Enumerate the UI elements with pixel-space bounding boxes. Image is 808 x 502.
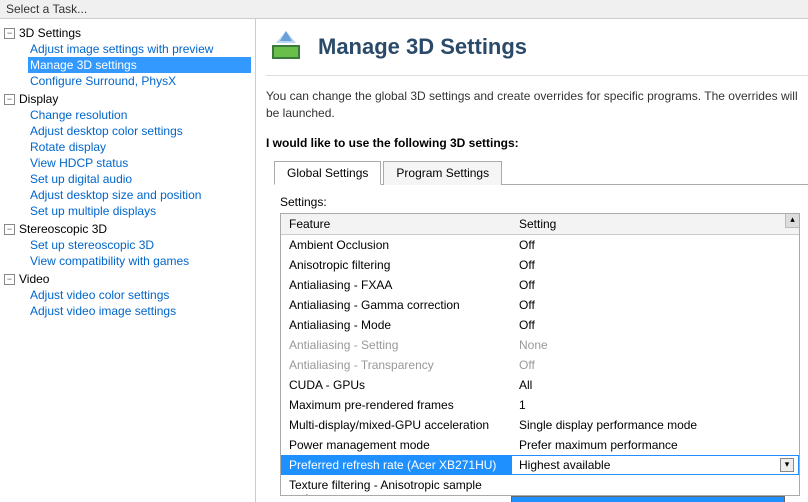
tree-group-label: 3D Settings: [19, 26, 81, 40]
setting-cell[interactable]: Off: [511, 275, 799, 295]
tab-panel-global: Settings: Feature Setting ▴ Ambient Occl…: [266, 185, 808, 496]
tree-group-label: Stereoscopic 3D: [19, 222, 107, 236]
settings-tabs: Global SettingsProgram Settings: [274, 160, 808, 185]
settings-row[interactable]: Maximum pre-rendered frames1: [281, 395, 799, 415]
settings-row[interactable]: Antialiasing - ModeOff: [281, 315, 799, 335]
column-setting[interactable]: Setting: [511, 214, 799, 234]
feature-cell: Antialiasing - FXAA: [281, 275, 511, 295]
sidebar-item[interactable]: Adjust desktop size and position: [28, 187, 251, 203]
tab[interactable]: Program Settings: [383, 161, 502, 185]
feature-cell: Antialiasing - Mode: [281, 315, 511, 335]
settings-row[interactable]: Texture filtering - Anisotropic sample o…: [281, 475, 799, 495]
sidebar-item[interactable]: Adjust video color settings: [28, 287, 251, 303]
setting-cell[interactable]: Single display performance mode: [511, 415, 799, 435]
chevron-down-icon[interactable]: ▾: [780, 458, 794, 472]
nvidia-logo-icon: [266, 27, 306, 67]
settings-row[interactable]: Antialiasing - TransparencyOff: [281, 355, 799, 375]
tree-group-label: Video: [19, 272, 49, 286]
feature-cell: Antialiasing - Setting: [281, 335, 511, 355]
setting-cell[interactable]: Off: [511, 235, 799, 255]
tree-group-header[interactable]: −3D Settings: [4, 25, 251, 41]
setting-cell[interactable]: Off: [511, 355, 799, 375]
scroll-up-icon[interactable]: ▴: [785, 214, 799, 228]
tree-group-header[interactable]: −Stereoscopic 3D: [4, 221, 251, 237]
sidebar-item[interactable]: Set up stereoscopic 3D: [28, 237, 251, 253]
grid-body[interactable]: Ambient OcclusionOffAnisotropic filterin…: [281, 235, 799, 495]
sidebar: −3D SettingsAdjust image settings with p…: [0, 19, 256, 502]
tree-group-header[interactable]: −Display: [4, 91, 251, 107]
setting-cell[interactable]: Highest available▾: [511, 455, 799, 475]
tree-group-header[interactable]: −Video: [4, 271, 251, 287]
settings-row[interactable]: Antialiasing - Gamma correctionOff: [281, 295, 799, 315]
collapse-icon[interactable]: −: [4, 28, 15, 39]
feature-cell: Multi-display/mixed-GPU acceleration: [281, 415, 511, 435]
settings-row[interactable]: Antialiasing - FXAAOff: [281, 275, 799, 295]
settings-label: Settings:: [280, 195, 800, 209]
sidebar-item[interactable]: Manage 3D settings: [28, 57, 251, 73]
sidebar-item[interactable]: View compatibility with games: [28, 253, 251, 269]
settings-row[interactable]: CUDA - GPUsAll: [281, 375, 799, 395]
settings-row[interactable]: Multi-display/mixed-GPU accelerationSing…: [281, 415, 799, 435]
setting-cell[interactable]: [511, 475, 799, 495]
setting-cell[interactable]: 1: [511, 395, 799, 415]
sidebar-item[interactable]: Change resolution: [28, 107, 251, 123]
setting-cell[interactable]: Off: [511, 295, 799, 315]
setting-cell[interactable]: Prefer maximum performance: [511, 435, 799, 455]
sidebar-item[interactable]: Set up multiple displays: [28, 203, 251, 219]
feature-cell: CUDA - GPUs: [281, 375, 511, 395]
page-description: You can change the global 3D settings an…: [266, 88, 808, 122]
feature-cell: Ambient Occlusion: [281, 235, 511, 255]
sidebar-item[interactable]: Configure Surround, PhysX: [28, 73, 251, 89]
collapse-icon[interactable]: −: [4, 274, 15, 285]
sidebar-item[interactable]: Adjust desktop color settings: [28, 123, 251, 139]
sidebar-item[interactable]: Set up digital audio: [28, 171, 251, 187]
main-layout: −3D SettingsAdjust image settings with p…: [0, 19, 808, 502]
page-title: Manage 3D Settings: [318, 34, 527, 60]
feature-cell: Anisotropic filtering: [281, 255, 511, 275]
setting-cell[interactable]: Off: [511, 315, 799, 335]
settings-row[interactable]: Power management modePrefer maximum perf…: [281, 435, 799, 455]
sidebar-item[interactable]: Adjust image settings with preview: [28, 41, 251, 57]
settings-row[interactable]: Preferred refresh rate (Acer XB271HU)Hig…: [281, 455, 799, 475]
setting-cell[interactable]: Off: [511, 255, 799, 275]
setting-cell[interactable]: None: [511, 335, 799, 355]
tab[interactable]: Global Settings: [274, 161, 381, 185]
grid-header: Feature Setting ▴: [281, 214, 799, 235]
settings-row[interactable]: Ambient OcclusionOff: [281, 235, 799, 255]
collapse-icon[interactable]: −: [4, 224, 15, 235]
feature-cell: Maximum pre-rendered frames: [281, 395, 511, 415]
settings-subheading: I would like to use the following 3D set…: [266, 136, 808, 150]
sidebar-item[interactable]: Rotate display: [28, 139, 251, 155]
collapse-icon[interactable]: −: [4, 94, 15, 105]
feature-cell: Antialiasing - Gamma correction: [281, 295, 511, 315]
settings-row[interactable]: Anisotropic filteringOff: [281, 255, 799, 275]
content-pane: Manage 3D Settings You can change the gl…: [256, 19, 808, 502]
feature-cell: Preferred refresh rate (Acer XB271HU): [281, 455, 511, 475]
setting-cell[interactable]: All: [511, 375, 799, 395]
setting-dropdown[interactable]: Highest availableApplication-controlled: [511, 496, 785, 502]
sidebar-item[interactable]: Adjust video image settings: [28, 303, 251, 319]
tree-group-label: Display: [19, 92, 58, 106]
feature-cell: Antialiasing - Transparency: [281, 355, 511, 375]
sidebar-item[interactable]: View HDCP status: [28, 155, 251, 171]
settings-grid: Feature Setting ▴ Ambient OcclusionOffAn…: [280, 213, 800, 496]
dropdown-option[interactable]: Highest available: [512, 497, 784, 502]
feature-cell: Power management mode: [281, 435, 511, 455]
feature-cell: Texture filtering - Anisotropic sample o…: [281, 475, 511, 495]
column-feature[interactable]: Feature: [281, 214, 511, 234]
settings-row[interactable]: Antialiasing - SettingNone: [281, 335, 799, 355]
page-header: Manage 3D Settings: [266, 27, 808, 76]
task-selector[interactable]: Select a Task...: [0, 0, 808, 19]
